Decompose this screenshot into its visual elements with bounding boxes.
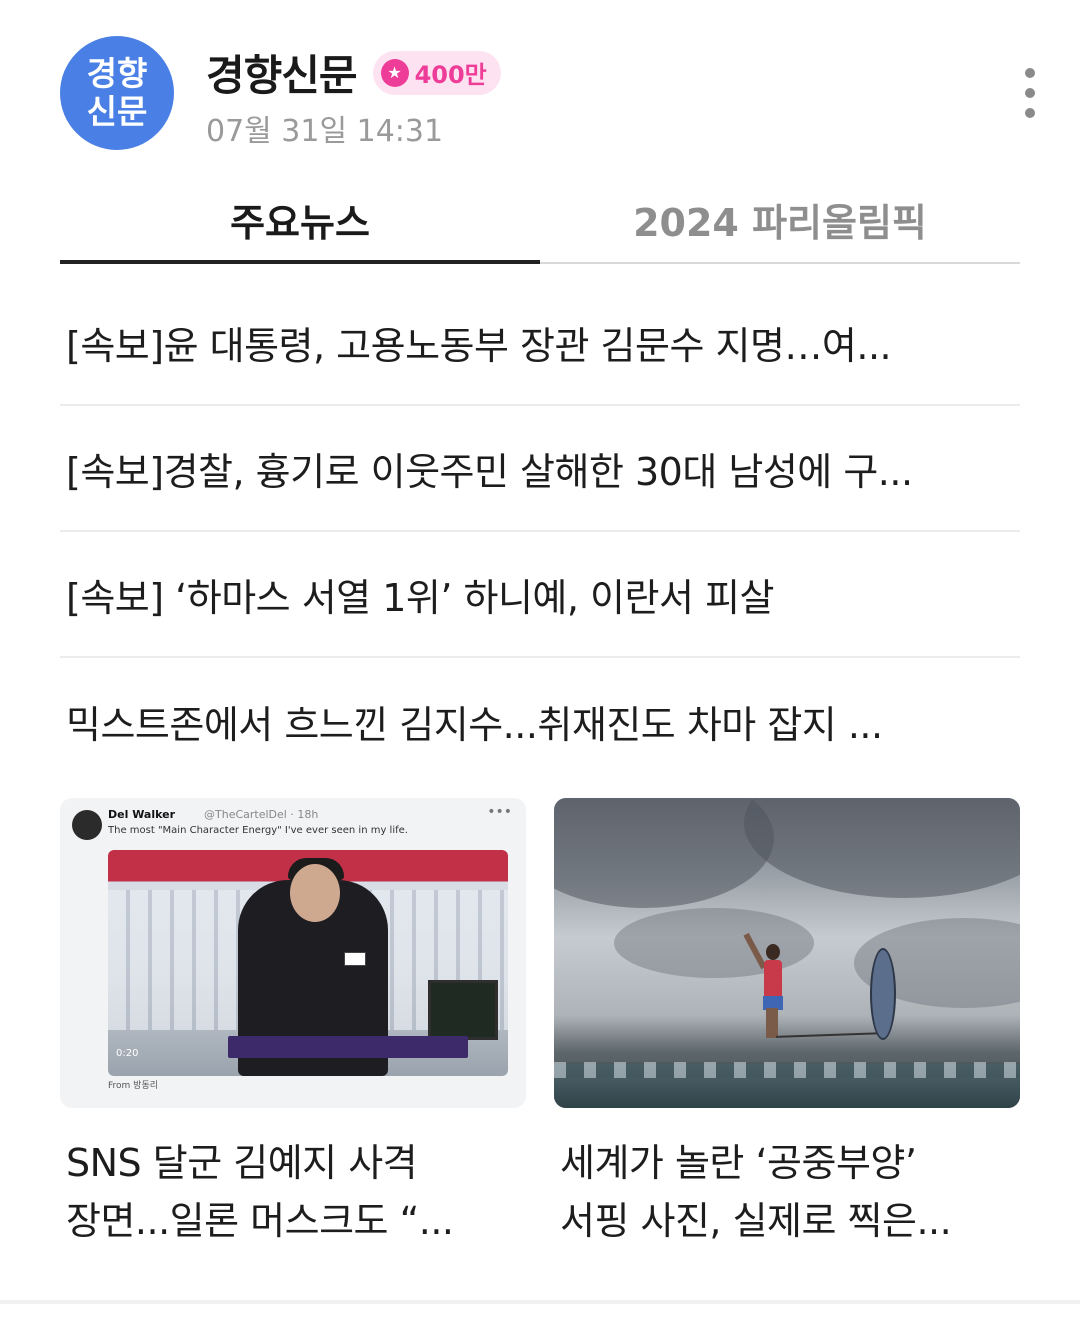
surfer-head <box>766 944 780 960</box>
surfboard <box>870 948 896 1040</box>
logo-line-1: 경향 <box>86 54 148 93</box>
subscriber-count: 400만 <box>414 61 487 89</box>
cloud <box>554 798 774 908</box>
card-title[interactable]: 세계가 놀란 ‘공중부양’ 서핑 사진, 실제로 찍은... <box>554 1134 1020 1250</box>
headline-item[interactable]: [속보] ‘하마스 서열 1위’ 하니예, 이란서 피살 <box>60 532 1020 658</box>
tweet-author-name: Del Walker <box>108 808 176 821</box>
tweet-text: The most "Main Character Energy" I've ev… <box>108 825 408 836</box>
news-card[interactable]: 세계가 놀란 ‘공중부양’ 서핑 사진, 실제로 찍은... <box>554 798 1020 1250</box>
headline-item[interactable]: 믹스트존에서 흐느낀 김지수...취재진도 차마 잡지 ... <box>60 658 1020 784</box>
card-title-line: SNS 달군 김예지 사격 <box>66 1141 418 1185</box>
publisher-title-row: 경향신문 ★ 400만 <box>206 42 501 103</box>
publisher-logo[interactable]: 경향 신문 <box>60 36 174 150</box>
card-title-line: 서핑 사진, 실제로 찍은... <box>560 1199 952 1243</box>
card-title-line: 세계가 놀란 ‘공중부양’ <box>560 1141 917 1185</box>
tweet-more-icon: ••• <box>487 804 512 820</box>
headline-list: [속보]윤 대통령, 고용노동부 장관 김문수 지명…여... [속보]경찰, … <box>60 280 1020 784</box>
logo-line-2: 신문 <box>86 92 148 131</box>
publisher-header: 경향 신문 경향신문 ★ 400만 07월 31일 14:31 <box>60 36 1040 156</box>
tweet-photo: 0:20 <box>108 850 508 1076</box>
headline-item[interactable]: [속보]윤 대통령, 고용노동부 장관 김문수 지명…여... <box>60 280 1020 406</box>
card-title[interactable]: SNS 달군 김예지 사격 장면...일론 머스크도 “... <box>60 1134 526 1250</box>
news-card[interactable]: Del Walker @TheCartelDel · 18h ••• The m… <box>60 798 526 1250</box>
athlete-head <box>290 864 340 922</box>
card-thumbnail-surf-photo[interactable] <box>554 798 1020 1108</box>
headline-item[interactable]: [속보]경찰, 흉기로 이웃주민 살해한 30대 남성에 구... <box>60 406 1020 532</box>
more-vertical-icon[interactable] <box>1020 68 1040 118</box>
surf-leash <box>775 1032 885 1038</box>
surfer-legs <box>766 1008 778 1038</box>
tweet-handle: @TheCartelDel · 18h <box>204 808 319 821</box>
wave <box>554 1062 1020 1078</box>
cloud <box>614 908 814 978</box>
score-monitor <box>428 980 498 1040</box>
tab-paris-olympics[interactable]: 2024 파리올림픽 <box>540 182 1020 264</box>
tab-main-news[interactable]: 주요뉴스 <box>60 182 540 264</box>
publish-datetime: 07월 31일 14:31 <box>206 114 444 149</box>
news-tabs: 주요뉴스 2024 파리올림픽 <box>60 182 1020 264</box>
card-thumbnail-tweet[interactable]: Del Walker @TheCartelDel · 18h ••• The m… <box>60 798 526 1108</box>
cloud <box>744 798 1020 898</box>
surfer-body <box>764 960 782 1000</box>
photo-news-cards: Del Walker @TheCartelDel · 18h ••• The m… <box>60 798 1020 1258</box>
scoreboard-overlay <box>228 1036 468 1058</box>
tweet-source: From 방동리 <box>108 1081 158 1091</box>
card-title-line: 장면...일론 머스크도 “... <box>66 1199 454 1243</box>
publisher-name[interactable]: 경향신문 <box>206 42 358 103</box>
korea-flag-patch <box>344 952 366 966</box>
subscriber-badge: ★ 400만 <box>372 50 501 95</box>
section-divider <box>0 1300 1080 1304</box>
star-icon: ★ <box>380 58 409 87</box>
video-timer: 0:20 <box>116 1048 139 1059</box>
tweet-avatar <box>72 810 102 840</box>
